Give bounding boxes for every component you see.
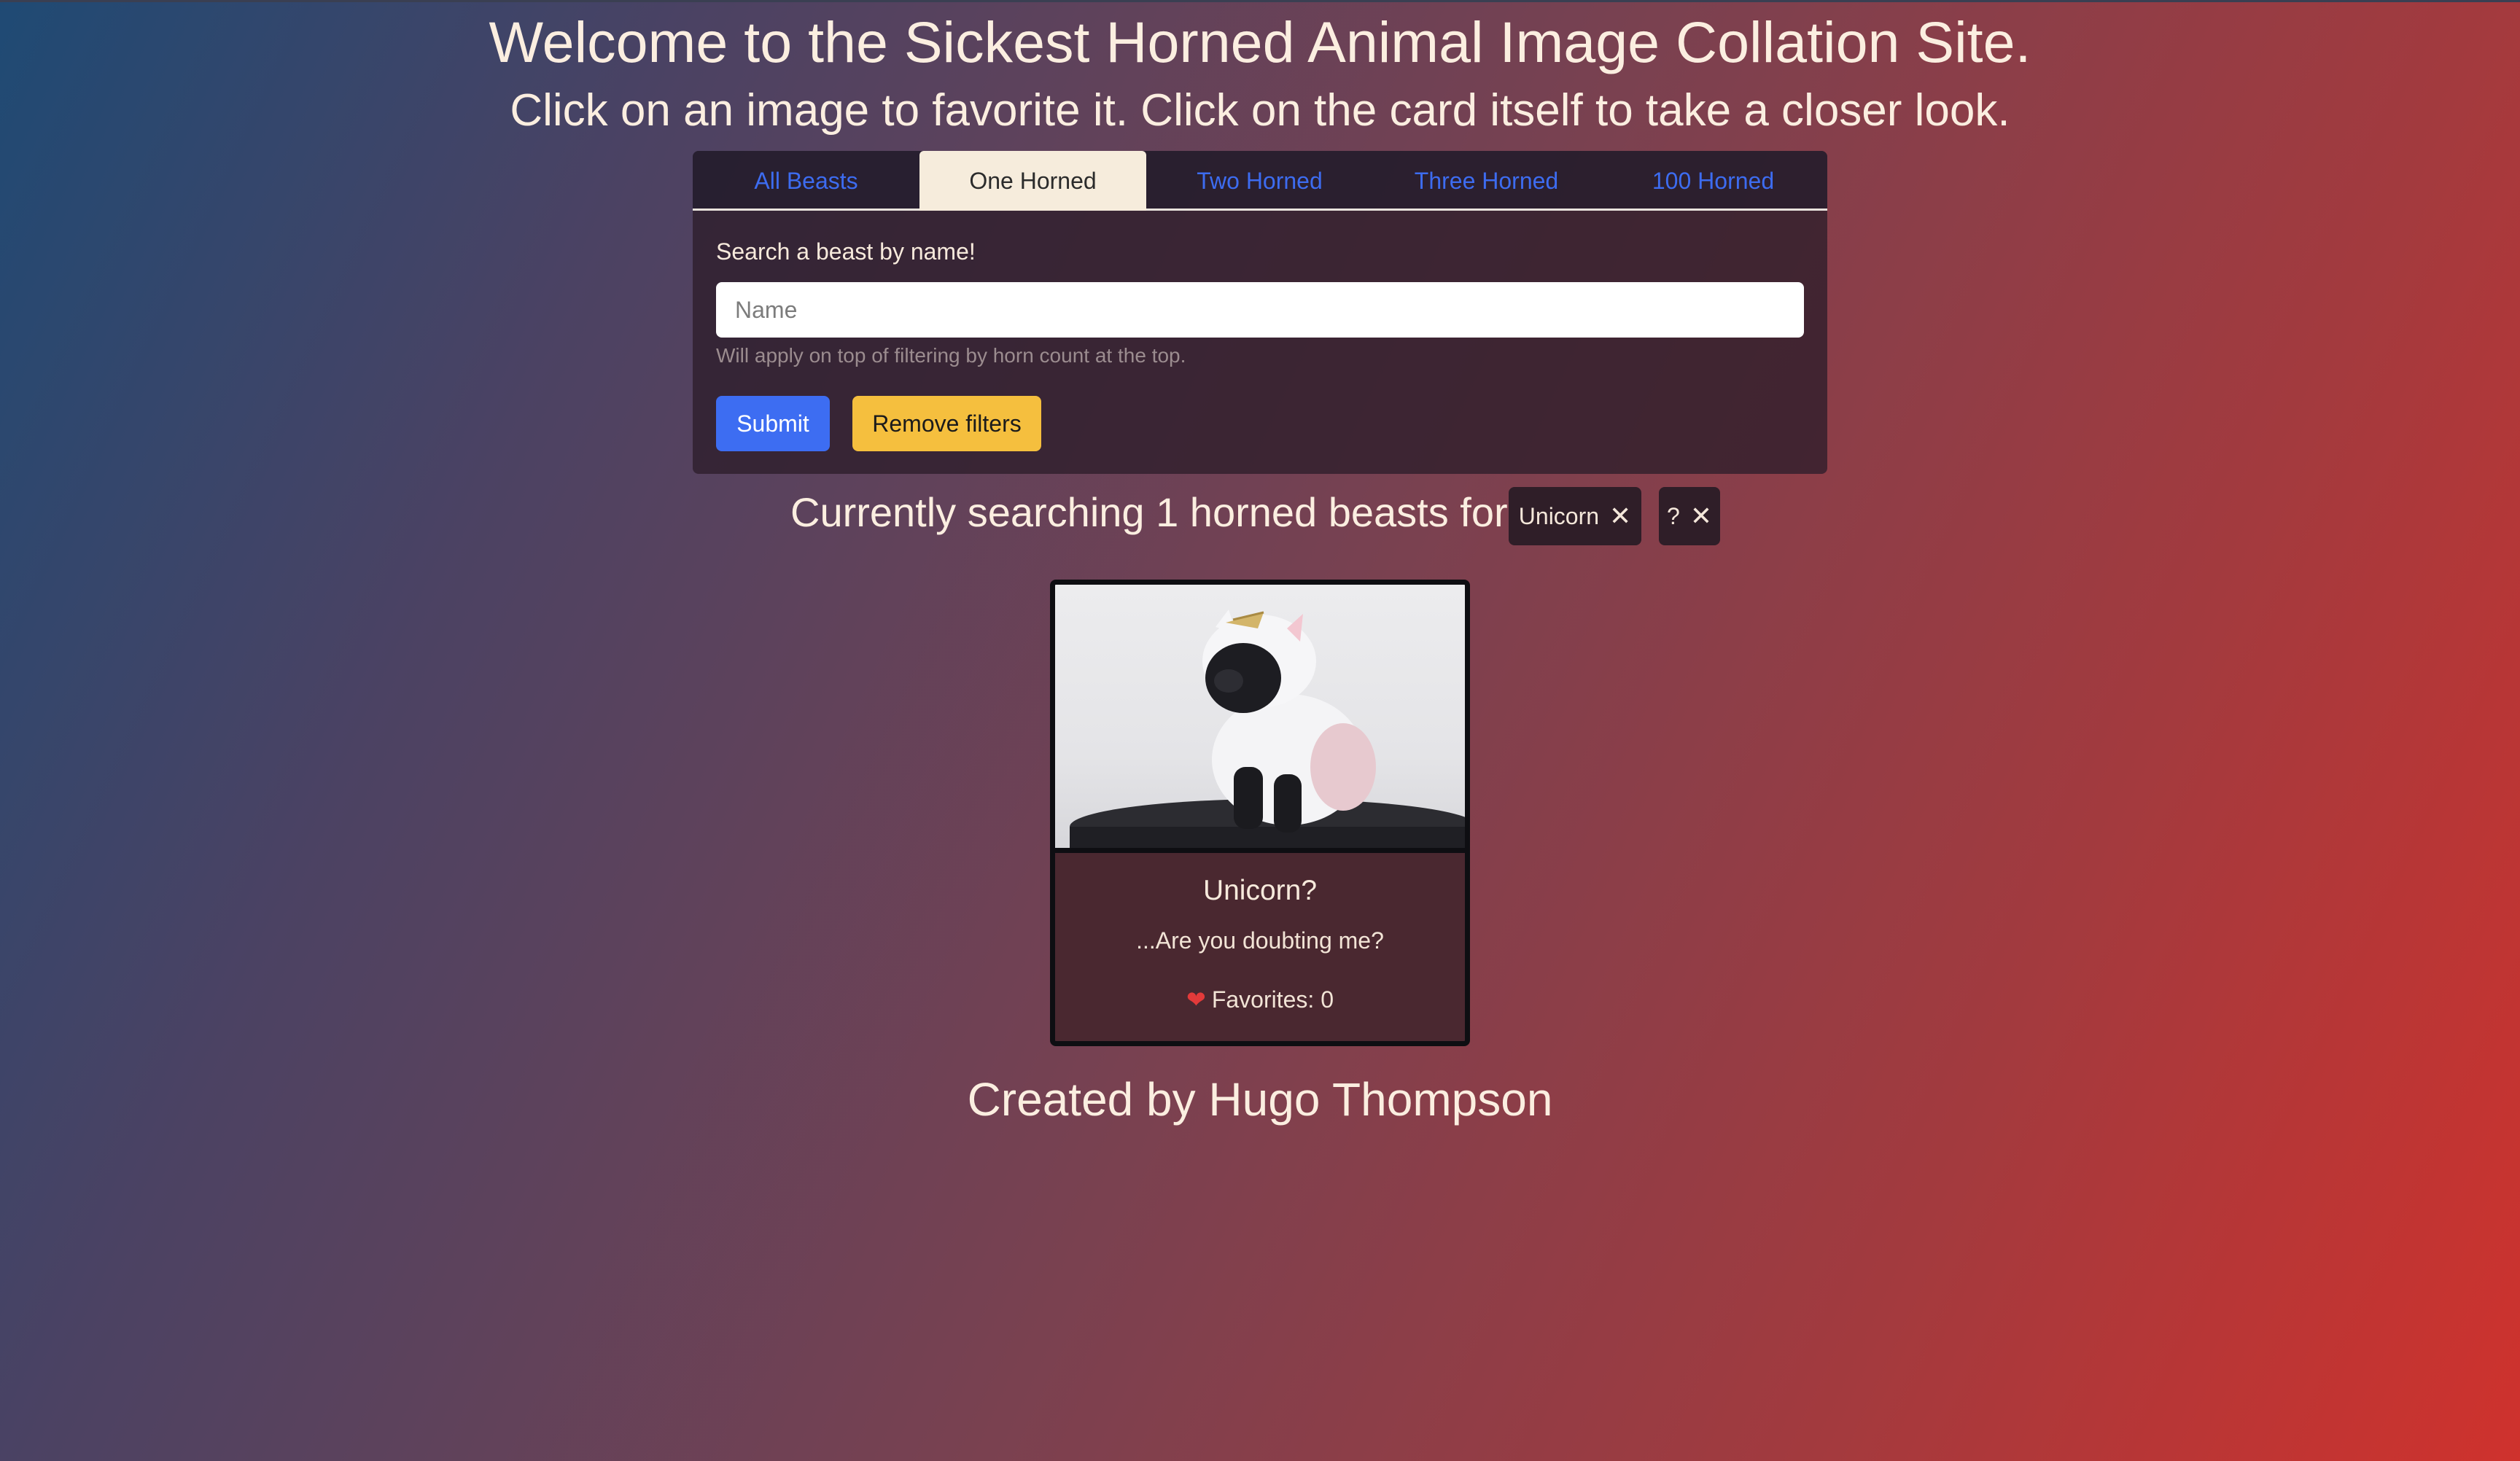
- footer-credit: Created by Hugo Thompson: [967, 1073, 1553, 1126]
- beast-card[interactable]: Unicorn? ...Are you doubting me? ❤ Favori…: [1050, 580, 1470, 1046]
- filter-chip-label: Unicorn: [1518, 502, 1600, 529]
- tab-three-horned[interactable]: Three Horned: [1373, 151, 1600, 211]
- top-border: [0, 0, 2520, 2]
- filter-chip-label: ?: [1667, 502, 1680, 529]
- favorites-count: ❤ Favorites: 0: [1055, 986, 1465, 1013]
- remove-filters-button[interactable]: Remove filters: [852, 396, 1041, 451]
- favorites-label: Favorites: 0: [1211, 986, 1334, 1013]
- search-status-text: Currently searching 1 horned beasts for: [790, 489, 1508, 535]
- card-description: ...Are you doubting me?: [1136, 927, 1384, 954]
- submit-button[interactable]: Submit: [716, 396, 830, 451]
- search-label: Search a beast by name!: [716, 238, 976, 265]
- filter-chip-question[interactable]: ? ✕: [1659, 487, 1720, 545]
- tab-two-horned[interactable]: Two Horned: [1146, 151, 1373, 211]
- page-title: Welcome to the Sickest Horned Animal Ima…: [489, 9, 2031, 74]
- close-icon[interactable]: ✕: [1609, 501, 1631, 531]
- horn-tabs: All Beasts One Horned Two Horned Three H…: [693, 151, 1827, 211]
- card-title: Unicorn?: [1202, 875, 1318, 906]
- page-subtitle: Click on an image to favorite it. Click …: [510, 85, 2010, 136]
- tab-all-beasts[interactable]: All Beasts: [693, 151, 919, 211]
- filter-chip-unicorn[interactable]: Unicorn ✕: [1509, 487, 1641, 545]
- search-status: Currently searching 1 horned beasts for …: [790, 481, 1738, 547]
- tab-100-horned[interactable]: 100 Horned: [1600, 151, 1827, 211]
- filter-panel: All Beasts One Horned Two Horned Three H…: [693, 151, 1827, 474]
- heart-icon: ❤: [1186, 986, 1206, 1013]
- close-icon[interactable]: ✕: [1690, 501, 1712, 531]
- tab-one-horned[interactable]: One Horned: [919, 151, 1146, 211]
- name-search-input[interactable]: [716, 282, 1804, 338]
- beast-image[interactable]: [1055, 585, 1465, 856]
- unicorn-dog-image: [1070, 609, 1465, 856]
- search-hint: Will apply on top of filtering by horn c…: [716, 344, 1186, 367]
